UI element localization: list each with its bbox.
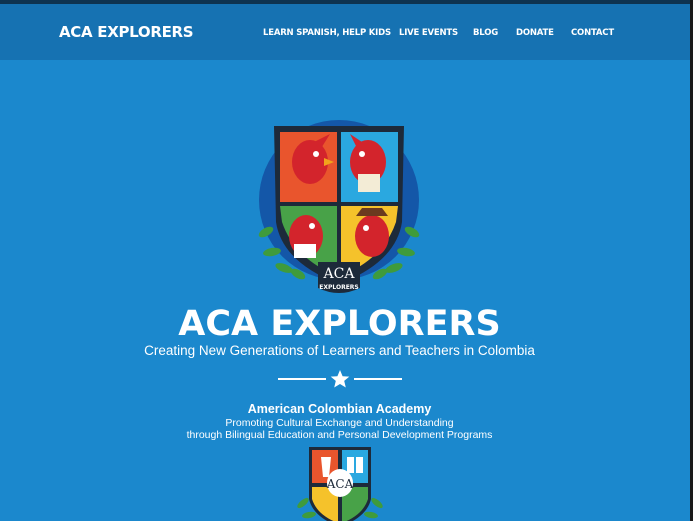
- divider-line-left: [278, 378, 326, 380]
- nav-contact[interactable]: CONTACT: [571, 28, 614, 38]
- aca-crest-logo: ACA EXPLORERS: [258, 120, 420, 293]
- emblem-aca-text: ACA: [326, 477, 354, 491]
- crest-badge-aca: ACA: [323, 266, 356, 282]
- divider-line-right: [354, 378, 402, 380]
- nav-live-events[interactable]: LIVE EVENTS: [399, 28, 458, 38]
- nav-learn-spanish[interactable]: LEARN SPANISH, HELP KIDS: [263, 28, 391, 38]
- nav-blog[interactable]: BLOG: [473, 28, 498, 38]
- main-nav: LEARN SPANISH, HELP KIDS LIVE EVENTS BLO…: [0, 28, 690, 40]
- star-divider: [278, 369, 402, 389]
- nav-donate[interactable]: DONATE: [516, 28, 554, 38]
- org-name: American Colombian Academy: [247, 402, 432, 416]
- org-tagline-2: through Bilingual Education and Personal…: [186, 429, 493, 441]
- aca-emblem-logo: ACA: [297, 447, 383, 523]
- star-icon: [330, 370, 350, 388]
- hero-title: ACA EXPLORERS: [178, 304, 501, 344]
- org-tagline-1: Promoting Cultural Exchange and Understa…: [225, 417, 454, 429]
- site-header: ACA EXPLORERS LEARN SPANISH, HELP KIDS L…: [0, 4, 690, 60]
- hero-subtitle: Creating New Generations of Learners and…: [144, 343, 535, 358]
- crest-badge-explorers: EXPLORERS: [319, 284, 359, 291]
